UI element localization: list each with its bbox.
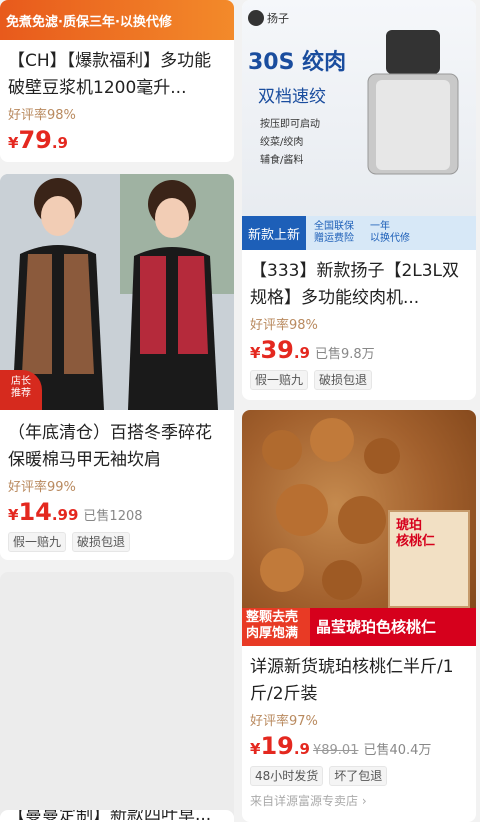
product-title: 【蔓蔓定制】新款四叶草... [8, 810, 212, 820]
brand-name: 扬子 [267, 12, 289, 25]
feature-item: 辅食/酱料 [260, 155, 304, 166]
product-title: 【CH】【爆款福利】多功能破壁豆浆机1200毫升... [8, 51, 212, 98]
shop-recommend-badge: 店长 推荐 [0, 370, 42, 410]
tag: 假一赔九 [8, 532, 67, 552]
price-integer: 14 [18, 498, 52, 526]
product-image: 扬子 30S 绞肉 双档速绞 按压即可启动 绞菜/绞肉 辅食/酱料 新款上新 全… [242, 0, 476, 250]
price-integer: 79 [18, 126, 52, 154]
product-title: （年底清仓）百搭冬季碎花保暖棉马甲无袖坎肩 [8, 423, 212, 470]
product-card-walnut[interactable]: 琥珀 核桃仁 整颗去壳 肉厚饱满 晶莹琥珀色核桃仁 详源新货琥珀核桃仁半斤/1斤… [242, 410, 476, 822]
price-row: ¥ 39 .9 已售9.8万 [242, 336, 476, 370]
sold-count: 已售1208 [83, 509, 143, 524]
banner-left-text: 整颗去壳 肉厚饱满 [242, 608, 310, 646]
grinder-image [367, 30, 459, 175]
tag: 破损包退 [72, 532, 131, 552]
price-row: ¥ 19 .9 ¥89.01 已售40.4万 [242, 732, 476, 766]
tag: 破损包退 [314, 370, 373, 390]
tag: 48小时发货 [250, 766, 324, 786]
feature-item: 绞菜/绞肉 [260, 137, 304, 148]
new-arrival-label: 新款上新 [242, 216, 307, 250]
price-row: ¥ 79 .9 [0, 126, 234, 160]
rating-text: 好评率98% [8, 108, 76, 123]
price-decimal: .9 [51, 134, 68, 152]
rating-text: 好评率99% [8, 480, 76, 495]
product-card-placeholder[interactable] [0, 572, 234, 822]
product-feed: 免煮免滤·质保三年·以换代修 【CH】【爆款福利】多功能破壁豆浆机1200毫升.… [0, 0, 480, 822]
warranty-label: 全国联保 赠运费险 [314, 221, 355, 244]
rating-text: 好评率97% [250, 714, 318, 729]
price-decimal: .9 [293, 740, 310, 758]
original-price: ¥89.01 [312, 743, 359, 758]
price-integer: 39 [260, 336, 294, 364]
exchange-label: 一年 以换代修 [370, 221, 411, 244]
banner-right-text: 晶莹琥珀色核桃仁 [316, 618, 437, 636]
price-row: ¥ 14 .99 已售1208 [0, 498, 234, 532]
brand-logo-icon [248, 10, 264, 26]
promo-banner: 整颗去壳 肉厚饱满 晶莹琥珀色核桃仁 [242, 608, 476, 646]
price-currency: ¥ [8, 134, 19, 152]
tag: 坏了包退 [329, 766, 388, 786]
product-card-partial[interactable]: 【蔓蔓定制】新款四叶草... [0, 810, 234, 822]
product-card-meat-grinder[interactable]: 扬子 30S 绞肉 双档速绞 按压即可启动 绞菜/绞肉 辅食/酱料 新款上新 全… [242, 0, 476, 400]
sold-count: 已售9.8万 [314, 347, 375, 362]
service-tags: 48小时发货 坏了包退 [242, 766, 476, 786]
rating-text: 好评率98% [250, 318, 318, 333]
tag: 假一赔九 [250, 370, 309, 390]
sold-count: 已售40.4万 [363, 743, 432, 758]
price-decimal: .99 [51, 506, 79, 524]
promo-banner: 免煮免滤·质保三年·以换代修 [0, 0, 234, 40]
price-integer: 19 [260, 732, 294, 760]
brand-mark: 扬子 [248, 10, 289, 26]
feature-item: 按压即可启动 [260, 119, 320, 130]
price-currency: ¥ [250, 740, 261, 758]
product-image: 店长 推荐 [0, 174, 234, 410]
product-card-soymilk-maker[interactable]: 免煮免滤·质保三年·以换代修 【CH】【爆款福利】多功能破壁豆浆机1200毫升.… [0, 0, 234, 162]
service-tags: 假一赔九 破损包退 [0, 532, 234, 552]
headline: 30S 绞肉 [248, 50, 347, 75]
product-image: 琥珀 核桃仁 整颗去壳 肉厚饱满 晶莹琥珀色核桃仁 [242, 410, 476, 646]
product-box: 琥珀 核桃仁 [388, 510, 470, 608]
price-currency: ¥ [250, 344, 261, 362]
info-strip: 新款上新 全国联保 赠运费险 一年 以换代修 [242, 216, 476, 250]
price-currency: ¥ [8, 506, 19, 524]
service-tags: 假一赔九 破损包退 [242, 370, 476, 390]
feature-list: 按压即可启动 绞菜/绞肉 辅食/酱料 [260, 116, 320, 170]
product-title: 详源新货琥珀核桃仁半斤/1斤/2斤装 [250, 657, 454, 704]
product-card-vest[interactable]: 店长 推荐 （年底清仓）百搭冬季碎花保暖棉马甲无袖坎肩 好评率99% ¥ 14 … [0, 174, 234, 560]
shop-link[interactable]: 来自详源富源专卖店 › [242, 786, 476, 809]
price-decimal: .9 [293, 344, 310, 362]
product-title: 【333】新款扬子【2L3L双规格】多功能绞肉机... [250, 261, 460, 308]
subheadline: 双档速绞 [258, 87, 326, 107]
